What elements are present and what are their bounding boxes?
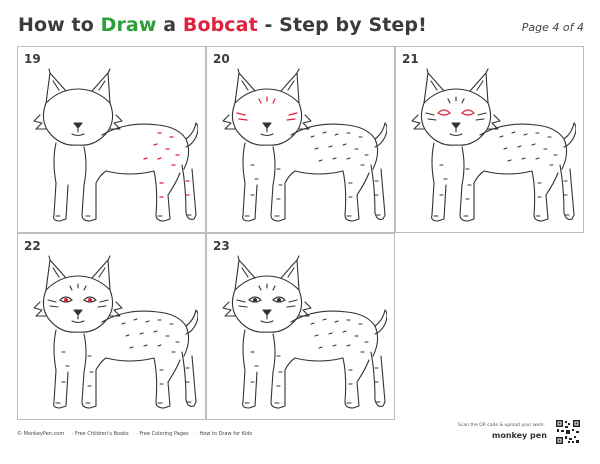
step-number: 20 (213, 52, 230, 66)
page-indicator: Page 4 of 4 (521, 21, 584, 34)
step-cell-23: 23 (206, 233, 395, 420)
step-cell-22: 22 (17, 233, 206, 420)
bobcat-drawing-step-23 (222, 255, 387, 409)
step-number: 21 (402, 52, 419, 66)
footer-links: © MonkeyPen.com · Free Children's Books … (17, 431, 258, 437)
title-part: How to (18, 14, 101, 36)
qr-code-icon[interactable] (556, 420, 580, 444)
bobcat-drawing-step-21 (411, 68, 576, 222)
brand-logo: monkey pen (492, 431, 547, 440)
footer-link[interactable]: · How to Draw for Kids (196, 431, 252, 437)
bobcat-drawing-step-19 (33, 68, 198, 222)
footer-link[interactable]: © MonkeyPen.com (17, 431, 64, 437)
step-cell-20: 20 (206, 46, 395, 233)
step-cell-21: 21 (395, 46, 584, 233)
page-title: How to Draw a Bobcat - Step by Step! (18, 14, 427, 36)
steps-grid: 19 20 21 22 23 (17, 46, 586, 421)
step-number: 23 (213, 239, 230, 253)
step-number: 19 (24, 52, 41, 66)
footer-link[interactable]: · Free Coloring Pages (136, 431, 188, 437)
step-cell-19: 19 (17, 46, 206, 233)
scan-instruction: Scan the QR code & upload your work. (458, 423, 546, 428)
bobcat-drawing-step-22 (33, 255, 198, 409)
footer-link[interactable]: · Free Children's Books (72, 431, 129, 437)
step-number: 22 (24, 239, 41, 253)
title-part: a (156, 14, 183, 36)
title-part: - Step by Step! (257, 14, 427, 36)
title-bobcat: Bobcat (182, 14, 258, 36)
bobcat-drawing-step-20 (222, 68, 387, 222)
title-draw: Draw (100, 14, 157, 36)
